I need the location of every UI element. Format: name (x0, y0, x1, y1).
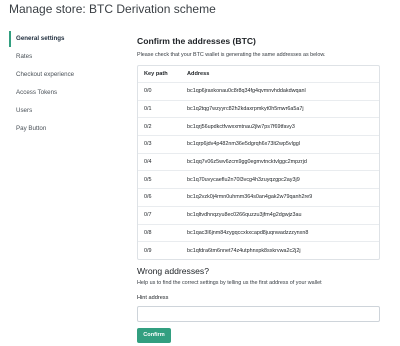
address-cell: bc1qac3l6jnm84zygqccxkxcapd8juqnwadzzzyn… (187, 229, 309, 236)
key-path-cell: 0/4 (144, 159, 152, 166)
key-path-cell: 0/5 (144, 176, 152, 183)
address-cell: bc1q2tqg7wzyyrc82h2kdaxrpmkyt0h5mwr6a5a7… (187, 106, 304, 113)
table-row: 0/8 bc1qac3l6jnm84zygqccxkxcapd8juqnwadz… (138, 223, 379, 242)
address-cell: bc1qltvdhnqzyu8ec0266quzzu3jfm4g2dgwjz3a… (187, 212, 302, 219)
key-path-cell: 0/3 (144, 141, 152, 148)
key-path-cell: 0/1 (144, 106, 152, 113)
page: Manage store: BTC Derivation scheme Gene… (0, 0, 400, 346)
confirm-addresses-description: Please check that your BTC wallet is gen… (137, 52, 326, 58)
table-row: 0/0 bc1qp6jraxkonau0c8r8q34fg4qvmnvhddak… (138, 82, 379, 100)
table-row: 0/3 bc1qrp6jdv4p482nm36e5dgrqh6x73lt2wp5… (138, 135, 379, 153)
table-row: 0/7 bc1qltvdhnqzyu8ec0266quzzu3jfm4g2dgw… (138, 205, 379, 224)
key-path-cell: 0/0 (144, 88, 152, 95)
sidebar-item-pay-button[interactable]: Pay Button (9, 121, 125, 137)
key-path-cell: 0/7 (144, 212, 152, 219)
hint-address-label: Hint address (137, 294, 169, 301)
hint-address-input[interactable] (137, 305, 380, 322)
address-cell: bc1q70uvycaeflu2n70l3vcg4h3zuyqzgpc2ay3j… (187, 176, 300, 183)
table-row: 0/5 bc1q70uvycaeflu2n70l3vcg4h3zuyqzgpc2… (138, 170, 379, 188)
sidebar-item-users[interactable]: Users (9, 103, 125, 119)
key-path-cell: 0/8 (144, 229, 152, 236)
sidebar-item-checkout-experience[interactable]: Checkout experience (9, 67, 125, 83)
address-cell: bc1q2vzk0j4rmn0uhmm364s0an4gak2w79qanh2r… (187, 194, 313, 201)
sidebar-nav: General settings Rates Checkout experien… (9, 31, 125, 139)
page-title: Manage store: BTC Derivation scheme (9, 2, 216, 16)
address-cell: bc1qp6jraxkonau0c8r8q34fg4qvmnvhddakdwqa… (187, 88, 306, 95)
address-cell: bc1qfdra6tm6nnet74z4utphnxpk8sxkrvwa2c2j… (187, 247, 301, 254)
table-row: 0/2 bc1qrj56updkctfvwxxmtnau2jlw7ps7f69t… (138, 117, 379, 135)
address-cell: bc1qrp6jdv4p482nm36e5dgrqh6x73lt2wp5vlgg… (187, 141, 300, 148)
key-path-cell: 0/6 (144, 194, 152, 201)
column-header-key-path: Key path (144, 71, 168, 77)
sidebar-item-access-tokens[interactable]: Access Tokens (9, 85, 125, 101)
sidebar-item-rates[interactable]: Rates (9, 49, 125, 65)
wrong-addresses-title: Wrong addresses? (137, 265, 209, 276)
main-content: Confirm the addresses (BTC) Please check… (137, 36, 380, 343)
table-row: 0/9 bc1qfdra6tm6nnet74z4utphnxpk8sxkrvwa… (138, 241, 379, 259)
wrong-addresses-help: Help us to find the correct settings by … (137, 279, 322, 286)
confirm-addresses-title: Confirm the addresses (BTC) (137, 36, 256, 46)
column-header-address: Address (187, 71, 210, 77)
confirm-button[interactable]: Confirm (137, 327, 171, 343)
address-cell: bc1qq7v06z5wv6zcm9gg0egmvtncktvlggc2mpzr… (187, 159, 307, 166)
key-path-cell: 0/2 (144, 123, 152, 130)
table-header-row: Key path Address (138, 66, 379, 82)
table-row: 0/4 bc1qq7v06z5wv6zcm9gg0egmvtncktvlggc2… (138, 152, 379, 171)
table-row: 0/1 bc1q2tqg7wzyyrc82h2kdaxrpmkyt0h5mwr6… (138, 99, 379, 118)
table-row: 0/6 bc1q2vzk0j4rmn0uhmm364s0an4gak2w79qa… (138, 188, 379, 206)
address-cell: bc1qrj56updkctfvwxxmtnau2jlw7ps7f69tfavy… (187, 123, 295, 130)
sidebar-item-general-settings[interactable]: General settings (9, 31, 125, 47)
addresses-table: Key path Address 0/0 bc1qp6jraxkonau0c8r… (137, 65, 380, 260)
key-path-cell: 0/9 (144, 247, 152, 254)
